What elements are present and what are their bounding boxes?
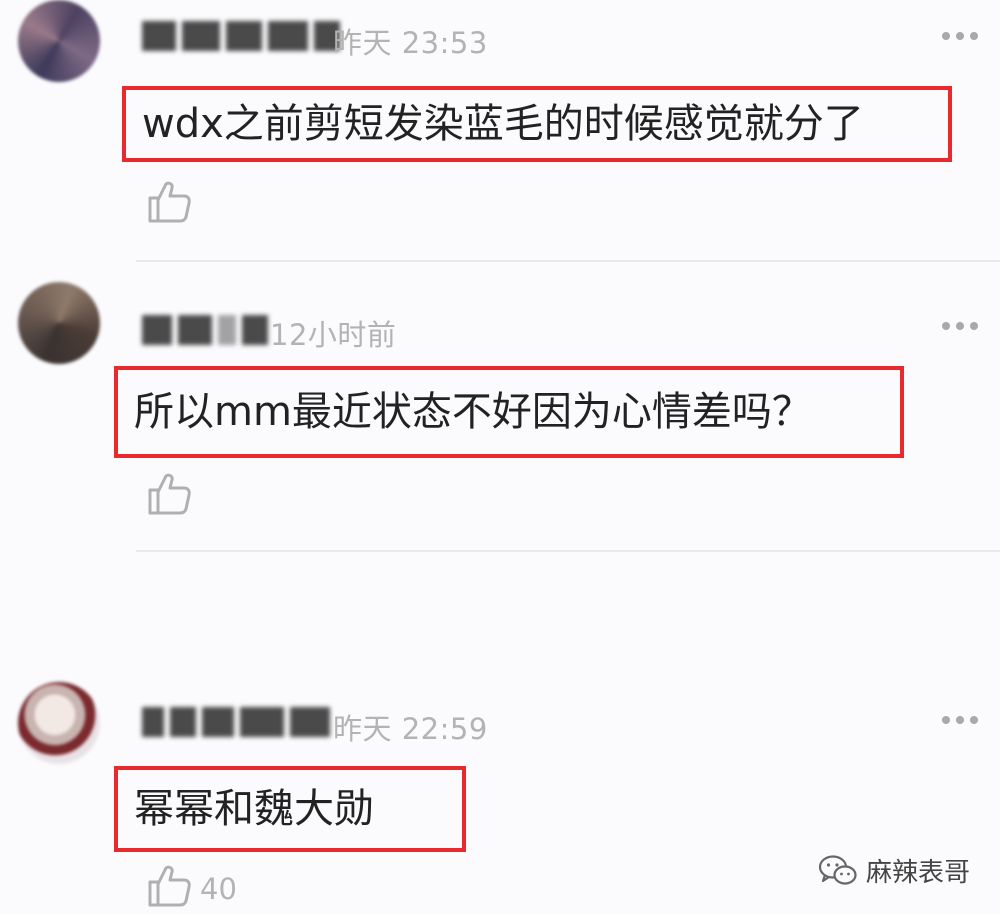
comment-text: wdx之前剪短发染蓝毛的时候感觉就分了 bbox=[122, 86, 952, 162]
divider bbox=[136, 550, 1000, 552]
comment-text: 所以mm最近状态不好因为心情差吗？ bbox=[114, 366, 904, 458]
divider bbox=[136, 260, 1000, 262]
watermark-label: 麻辣表哥 bbox=[866, 858, 971, 888]
username-blurred[interactable] bbox=[142, 18, 340, 54]
thumbs-up-icon bbox=[148, 181, 191, 223]
comment-time: 昨天 22:59 bbox=[333, 712, 488, 746]
more-dots-icon[interactable] bbox=[942, 716, 978, 724]
username-blurred[interactable] bbox=[142, 312, 268, 348]
like-count: 40 bbox=[200, 872, 237, 906]
comment-time: 昨天 23:53 bbox=[333, 26, 488, 60]
like-button[interactable] bbox=[146, 470, 200, 516]
avatar[interactable] bbox=[18, 0, 100, 82]
username-blurred[interactable] bbox=[142, 704, 330, 740]
thumbs-up-icon bbox=[148, 865, 191, 907]
watermark: 麻辣表哥 bbox=[818, 852, 970, 889]
wechat-icon bbox=[818, 854, 857, 885]
comment-time: 12小时前 bbox=[270, 318, 397, 352]
like-button[interactable] bbox=[146, 178, 200, 224]
more-dots-icon[interactable] bbox=[942, 322, 978, 330]
thumbs-up-icon bbox=[148, 473, 191, 515]
like-button[interactable]: 40 bbox=[146, 862, 237, 908]
avatar[interactable] bbox=[18, 682, 100, 764]
more-dots-icon[interactable] bbox=[942, 32, 978, 40]
comment-text: 幂幂和魏大勋 bbox=[114, 766, 466, 852]
avatar[interactable] bbox=[18, 282, 100, 364]
